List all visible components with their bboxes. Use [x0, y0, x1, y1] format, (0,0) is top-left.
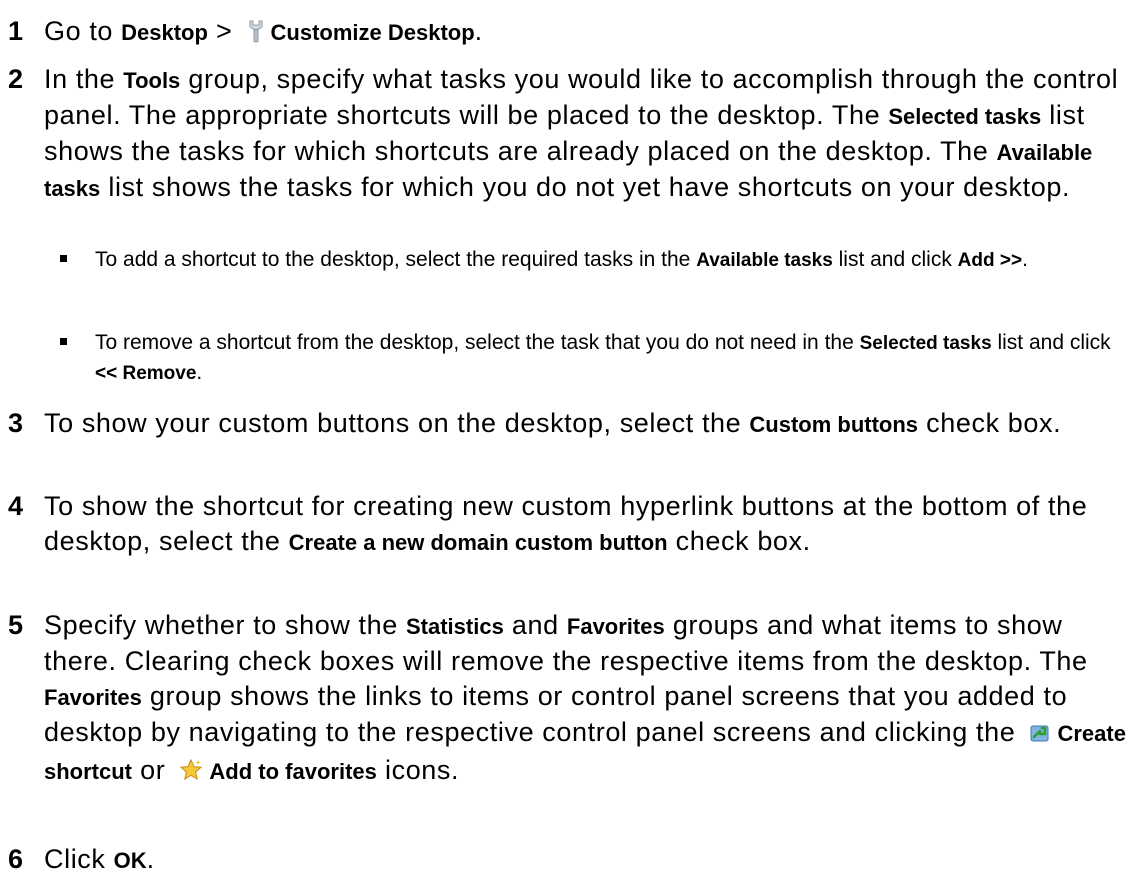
tools-group-label: Tools	[123, 68, 181, 93]
star-icon	[179, 756, 203, 791]
step-number: 2	[8, 64, 24, 94]
step-number: 4	[8, 491, 24, 521]
bullet-add-shortcut: To add a shortcut to the desktop, select…	[0, 245, 1130, 275]
step-text: Specify whether to show the Statistics a…	[44, 608, 1130, 791]
step-text: Go to Desktop > Customize Desktop.	[44, 14, 1130, 52]
menu-customize-desktop: Customize Desktop	[270, 20, 475, 45]
step-number: 5	[8, 610, 24, 640]
bullet-text: To remove a shortcut from the desktop, s…	[95, 331, 1111, 384]
wrench-icon	[247, 17, 265, 52]
step-5: 5 Specify whether to show the Statistics…	[0, 608, 1130, 791]
step-text: Click OK.	[44, 844, 155, 874]
step-4: 4 To show the shortcut for creating new …	[0, 489, 1130, 560]
create-shortcut-icon	[1029, 718, 1051, 753]
step-text: In the Tools group, specify what tasks y…	[44, 64, 1119, 202]
bullet-remove-shortcut: To remove a shortcut from the desktop, s…	[0, 328, 1130, 388]
step-text: To show your custom buttons on the deskt…	[44, 408, 1062, 438]
bullet-text: To add a shortcut to the desktop, select…	[95, 248, 1028, 271]
step-text: To show the shortcut for creating new cu…	[44, 491, 1088, 556]
instructions-document: 1 Go to Desktop > Customize Desktop. 2 I…	[0, 0, 1143, 894]
step-6: 6 Click OK.	[0, 842, 1130, 878]
step-1: 1 Go to Desktop > Customize Desktop.	[0, 14, 1130, 52]
step-number: 6	[8, 844, 24, 874]
step-2: 2 In the Tools group, specify what tasks…	[0, 62, 1130, 206]
menu-desktop: Desktop	[121, 20, 208, 45]
selected-tasks-label: Selected tasks	[888, 104, 1042, 129]
step-number: 3	[8, 408, 24, 438]
bullet-marker	[60, 338, 67, 345]
step-3: 3 To show your custom buttons on the des…	[0, 406, 1130, 442]
bullet-marker	[60, 255, 67, 262]
step-number: 1	[8, 16, 24, 46]
